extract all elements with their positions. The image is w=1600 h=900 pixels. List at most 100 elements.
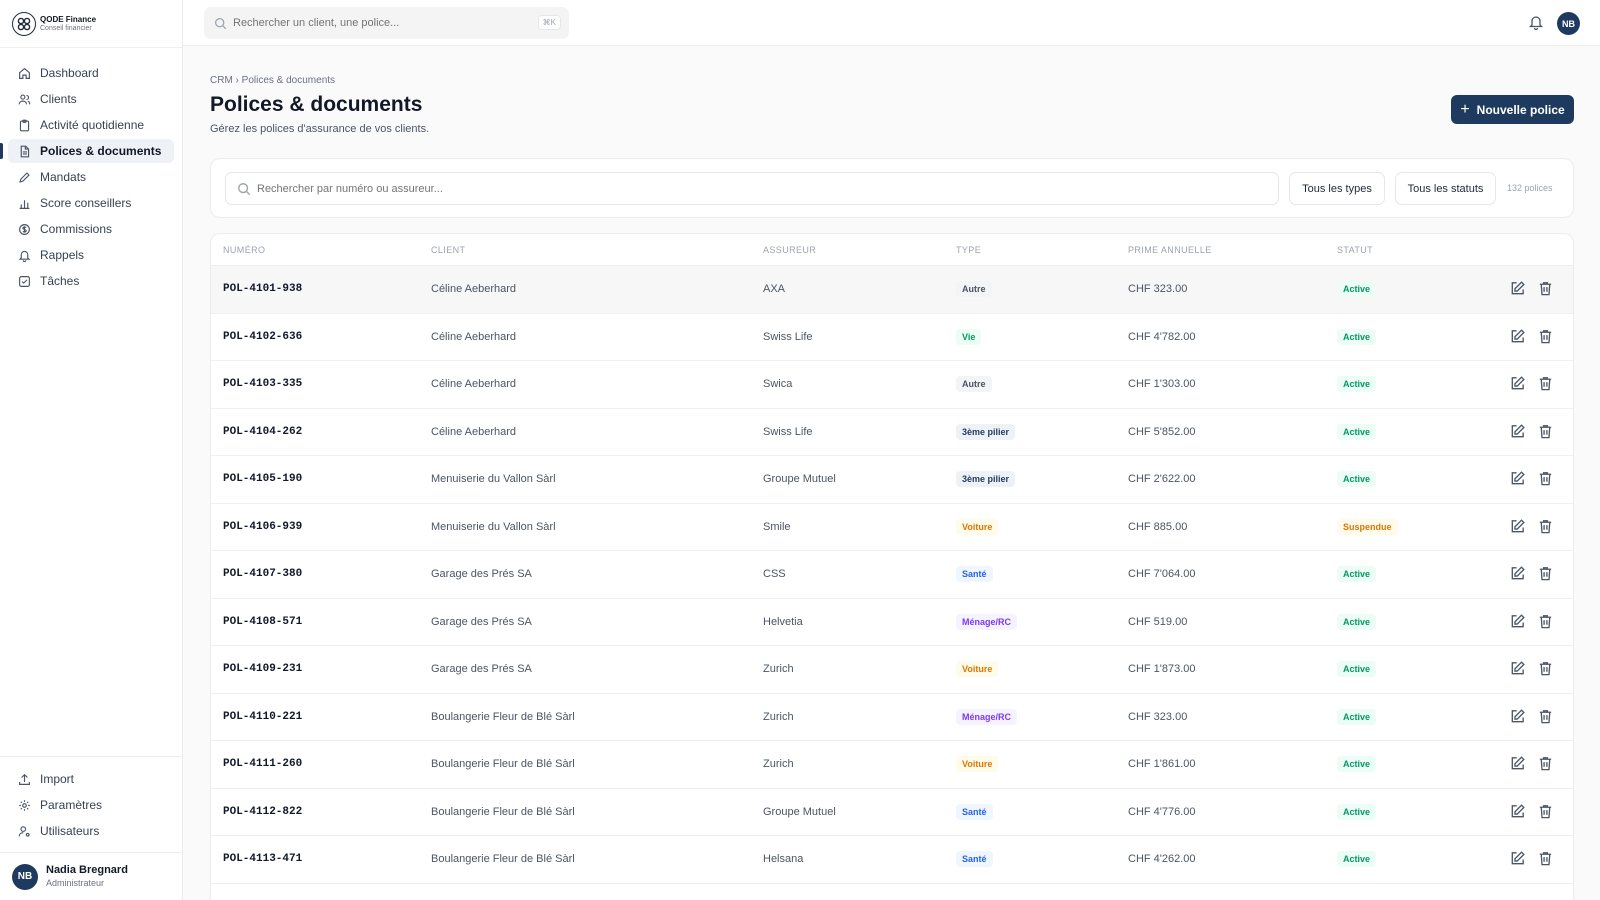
edit-icon[interactable] [1509,328,1526,345]
type-filter-select[interactable]: Tous les types [1289,172,1385,205]
notification-bell-icon[interactable] [1528,14,1544,30]
policy-search[interactable] [225,172,1279,205]
header-type[interactable]: Type [956,245,981,255]
edit-icon[interactable] [1509,423,1526,440]
edit-icon[interactable] [1509,803,1526,820]
trash-icon[interactable] [1537,375,1554,392]
sidebar-item-mandats[interactable]: Mandats [8,165,174,189]
global-search-input[interactable] [233,17,533,29]
policy-premium: CHF 5'852.00 [1128,425,1196,438]
sidebar-item-import[interactable]: Import [8,767,174,791]
table-row[interactable]: POL-4113-471 Boulangerie Fleur de Blé Sàr… [211,836,1573,884]
table-row[interactable]: POL-4110-221 Boulangerie Fleur de Blé Sàr… [211,694,1573,741]
bar-chart-icon [17,196,31,210]
sidebar-item-parametres[interactable]: Paramètres [8,793,174,817]
policy-number[interactable]: POL-4104-262 [223,426,302,438]
table-row[interactable]: POL-4104-262 Céline Aeberhard Swiss Life 3è… [211,409,1573,456]
file-icon [17,144,31,158]
sidebar-item-taches[interactable]: Tâches [8,269,174,293]
policy-client: Boulangerie Fleur de Blé Sàrl [431,758,575,770]
header-numero[interactable]: Numéro [223,245,265,255]
policy-insurer: Zurich [763,710,794,723]
table-row[interactable]: POL-4107-380 Garage des Prés SA CSS Santé CH… [211,551,1573,599]
policy-premium: CHF 4'262.00 [1128,853,1196,865]
trash-icon[interactable] [1537,755,1554,772]
avatar[interactable]: NB [1557,12,1580,35]
trash-icon[interactable] [1537,708,1554,725]
header-prime[interactable]: Prime annuelle [1128,245,1212,255]
trash-icon[interactable] [1537,850,1554,867]
trash-icon[interactable] [1537,423,1554,440]
policy-number[interactable]: POL-4103-335 [223,378,302,390]
table-row[interactable]: POL-4101-938 Céline Aeberhard AXA Autre CHF … [211,266,1573,314]
policy-number[interactable]: POL-4106-939 [223,521,302,533]
table-row[interactable]: POL-4108-571 Garage des Prés SA Helvetia Mé… [211,599,1573,646]
trash-icon[interactable] [1537,280,1554,297]
type-badge: Autre [956,376,992,392]
policy-number[interactable]: POL-4113-471 [223,853,302,865]
edit-icon[interactable] [1509,518,1526,535]
edit-icon[interactable] [1509,755,1526,772]
sidebar-item-activite[interactable]: Activité quotidienne [8,113,174,137]
sidebar-item-label: Dashboard [40,66,99,80]
sidebar-item-dashboard[interactable]: Dashboard [8,61,174,85]
global-search[interactable]: ⌘K [204,7,569,39]
table-row[interactable]: POL-4106-939 Menuiserie du Vallon Sàrl Smi… [211,504,1573,551]
sidebar-item-clients[interactable]: Clients [8,87,174,111]
table-row[interactable]: POL-4111-260 Boulangerie Fleur de Blé Sàr… [211,741,1573,789]
status-badge: Active [1337,613,1377,630]
policy-number[interactable]: POL-4105-190 [223,473,302,485]
trash-icon[interactable] [1537,613,1554,630]
user-profile[interactable]: NB Nadia Bregnard Administrateur [0,852,182,900]
edit-icon[interactable] [1509,708,1526,725]
trash-icon[interactable] [1537,803,1554,820]
status-filter-select[interactable]: Tous les statuts [1395,172,1496,205]
policy-insurer: Zurich [763,663,794,675]
sidebar-item-rappels[interactable]: Rappels [8,243,174,267]
edit-icon[interactable] [1509,660,1526,677]
sidebar-item-utilisateurs[interactable]: Utilisateurs [8,819,174,843]
policy-number[interactable]: POL-4107-380 [223,568,302,580]
edit-icon[interactable] [1509,613,1526,630]
policy-search-input[interactable] [257,182,1157,195]
sidebar-item-label: Clients [40,92,77,106]
trash-icon[interactable] [1537,565,1554,582]
edit-icon[interactable] [1509,375,1526,392]
table-row[interactable]: POL-4105-190 Menuiserie du Vallon Sàrl Gro… [211,456,1573,504]
policies-table: Numéro Client Assureur Type Prime annuel… [210,233,1574,900]
sidebar-item-polices[interactable]: Polices & documents [0,139,174,163]
policy-count: 132 polices [1507,183,1553,193]
edit-icon[interactable] [1509,565,1526,582]
sidebar-item-commissions[interactable]: Commissions [8,217,174,241]
trash-icon[interactable] [1537,518,1554,535]
policy-insurer: Swiss Life [763,425,813,438]
trash-icon[interactable] [1537,328,1554,345]
policy-number[interactable]: POL-4109-231 [223,663,302,675]
policy-number[interactable]: POL-4102-636 [223,331,302,343]
table-row[interactable]: POL-4102-636 Céline Aeberhard Swiss Life Vi… [211,314,1573,361]
trash-icon[interactable] [1537,660,1554,677]
policy-number[interactable]: POL-4108-571 [223,616,302,628]
policy-number[interactable]: POL-4112-822 [223,806,302,818]
table-row[interactable]: POL-4103-335 Céline Aeberhard Swica Autre CH… [211,361,1573,409]
sidebar-item-score[interactable]: Score conseillers [8,191,174,215]
edit-icon[interactable] [1509,280,1526,297]
trash-icon[interactable] [1537,470,1554,487]
edit-icon[interactable] [1509,470,1526,487]
edit-icon[interactable] [1509,850,1526,867]
policy-number[interactable]: POL-4101-938 [223,283,302,295]
header-assureur[interactable]: Assureur [763,245,816,255]
table-row[interactable]: POL-4112-822 Boulangerie Fleur de Blé Sàr… [211,789,1573,836]
policy-insurer: Helsana [763,853,804,865]
header-client[interactable]: Client [431,245,465,255]
policy-number[interactable]: POL-4110-221 [223,711,302,723]
brand-sub: Conseil financier [40,24,92,32]
brand[interactable]: QODE Finance Conseil financier [0,0,182,48]
sidebar-item-label: Tâches [40,274,80,288]
policy-number[interactable]: POL-4111-260 [223,758,302,770]
new-policy-button[interactable]: + Nouvelle police [1451,95,1574,124]
type-badge: Santé [956,803,993,820]
header-statut[interactable]: Statut [1337,245,1373,255]
table-row[interactable]: POL-4109-231 Garage des Prés SA Zurich Voit… [211,646,1573,694]
policy-client: Garage des Prés SA [431,615,532,628]
